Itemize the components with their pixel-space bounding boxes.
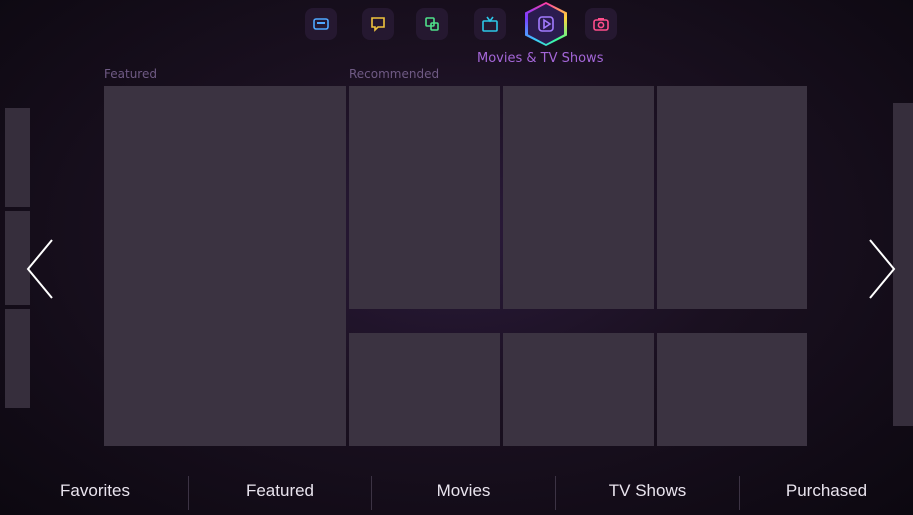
app-info[interactable] [305,8,337,40]
left-panel-top[interactable] [5,108,30,207]
recommended-tile-3[interactable] [657,86,807,309]
next-arrow[interactable] [866,238,898,300]
nav-purchased[interactable]: Purchased [740,466,913,515]
chat-icon [371,17,385,32]
recommended-tile-5[interactable] [503,333,654,446]
nav-movies[interactable]: Movies [372,466,555,515]
app-photos[interactable] [585,8,617,40]
bottom-nav: Favorites Featured Movies TV Shows Purch… [0,466,913,515]
recommended-tile-1[interactable] [349,86,500,309]
recommended-tile-4[interactable] [349,333,500,446]
play-icon [538,16,554,32]
app-tv[interactable] [474,8,506,40]
recommended-tile-6[interactable] [657,333,807,446]
app-chat[interactable] [362,8,394,40]
recommended-section-title: Recommended [349,67,440,81]
nav-featured[interactable]: Featured [190,466,370,515]
tv-icon [482,16,498,32]
recommended-tile-2[interactable] [503,86,654,309]
nav-tv-shows[interactable]: TV Shows [556,466,739,515]
featured-tile[interactable] [104,86,346,446]
camera-icon [593,18,609,31]
multi-screen-icon [425,17,439,31]
featured-section-title: Featured [104,67,157,81]
nav-divider [188,476,189,510]
app-bar [0,0,913,50]
active-app-title: Movies & TV Shows [477,51,604,66]
chevron-left-icon [26,239,53,299]
nav-favorites[interactable]: Favorites [0,466,190,515]
app-multiscreen[interactable] [416,8,448,40]
previous-arrow[interactable] [24,238,56,300]
left-panel-bottom[interactable] [5,309,30,408]
chevron-right-icon [869,239,896,299]
info-icon [313,18,329,30]
